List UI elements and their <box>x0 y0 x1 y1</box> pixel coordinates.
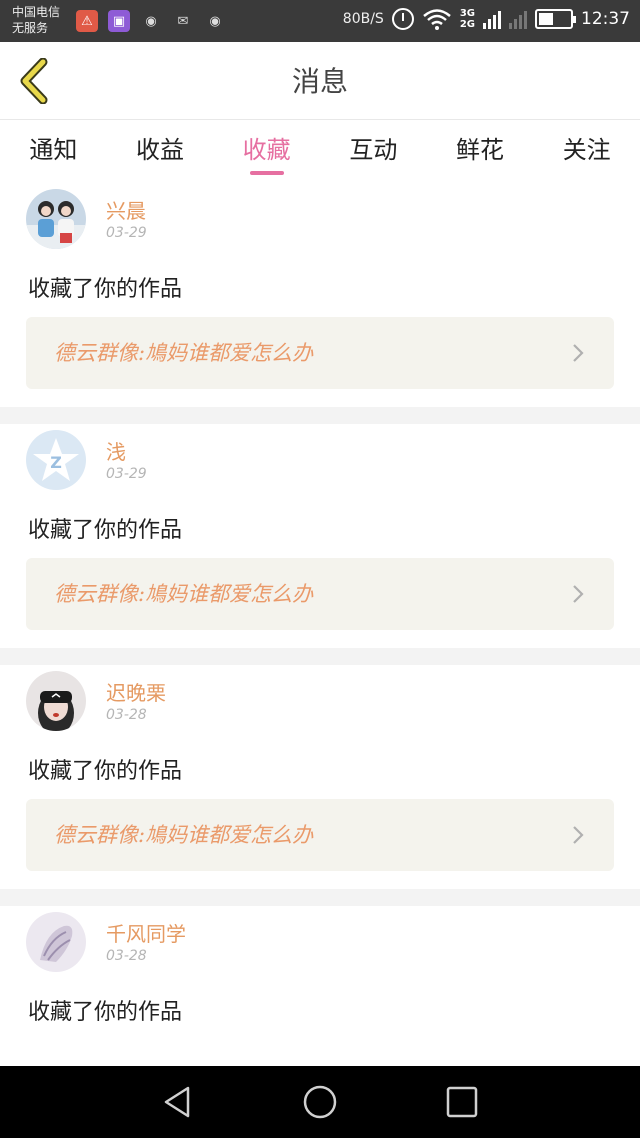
tab-notifications[interactable]: 通知 <box>0 121 107 183</box>
work-link[interactable]: 德云群像:鳩妈谁都爱怎么办 <box>26 799 614 871</box>
message-feed[interactable]: 兴晨 03-29 收藏了你的作品 德云群像:鳩妈谁都爱怎么办 Z 浅 03-29… <box>0 183 640 1066</box>
work-link[interactable]: 德云群像:鳩妈谁都爱怎么办 <box>26 558 614 630</box>
feed-item: Z 浅 03-29 收藏了你的作品 德云群像:鳩妈谁都爱怎么办 <box>0 424 640 648</box>
notification-icons: ⚠ ▣ ◉ ✉ ◉ <box>76 10 226 32</box>
avatar[interactable] <box>26 912 86 972</box>
page-title: 消息 <box>291 65 348 98</box>
avatar[interactable] <box>26 671 86 731</box>
username[interactable]: 千风同学 <box>106 918 186 947</box>
avatar[interactable] <box>26 189 86 249</box>
wifi-icon <box>423 9 451 30</box>
user-photo <box>26 912 86 972</box>
svg-text:Z: Z <box>50 453 62 472</box>
user-photo <box>26 189 86 249</box>
chevron-right-icon <box>573 826 584 844</box>
weibo-icon: ◉ <box>209 13 221 29</box>
user-photo <box>26 671 86 731</box>
feed-item: 千风同学 03-28 收藏了你的作品 <box>0 906 640 1066</box>
tab-interactions[interactable]: 互动 <box>320 121 427 183</box>
work-title: 德云群像:鳩妈谁都爱怎么办 <box>54 582 314 606</box>
mail-icon: ✉ <box>177 13 189 29</box>
work-link[interactable]: 德云群像:鳩妈谁都爱怎么办 <box>26 317 614 389</box>
tab-label: 关注 <box>562 136 611 164</box>
tab-label: 通知 <box>29 136 78 164</box>
app-header: 消息 <box>0 42 640 120</box>
tab-label: 收藏 <box>242 136 291 164</box>
username[interactable]: 浅 <box>106 436 126 465</box>
no-signal-icon <box>509 9 527 29</box>
carrier-service: 无服务 <box>12 21 49 35</box>
clock-time: 12:37 <box>581 9 630 29</box>
weibo-icon: ◉ <box>145 13 157 29</box>
status-icons-right: 80B/S 3G 2G 12:37 <box>343 8 630 30</box>
tab-favorites[interactable]: 收藏 <box>213 121 320 183</box>
timestamp: 03-29 <box>106 225 147 241</box>
carrier-name: 中国电信 <box>12 5 61 19</box>
timestamp: 03-29 <box>106 466 147 482</box>
chevron-right-icon <box>573 585 584 603</box>
work-title: 德云群像:鳩妈谁都爱怎么办 <box>54 823 314 847</box>
work-title: 德云群像:鳩妈谁都爱怎么办 <box>54 341 314 365</box>
tab-label: 鲜花 <box>456 136 505 164</box>
timestamp: 03-28 <box>106 948 147 964</box>
default-avatar-icon: Z <box>26 430 86 490</box>
home-circle-icon[interactable] <box>302 1084 338 1120</box>
tab-label: 互动 <box>349 136 398 164</box>
tab-following[interactable]: 关注 <box>533 121 640 183</box>
gallery-icon: ▣ <box>108 10 130 32</box>
action-text: 收藏了你的作品 <box>28 277 183 302</box>
carrier-info: 中国电信 无服务 <box>12 4 60 36</box>
feed-item: 兴晨 03-29 收藏了你的作品 德云群像:鳩妈谁都爱怎么办 <box>0 183 640 407</box>
tab-earnings[interactable]: 收益 <box>107 121 214 183</box>
action-text: 收藏了你的作品 <box>28 1000 183 1025</box>
feed-item: 迟晚栗 03-28 收藏了你的作品 德云群像:鳩妈谁都爱怎么办 <box>0 665 640 889</box>
signal-icon <box>483 9 501 29</box>
tab-bar: 通知 收益 收藏 互动 鲜花 关注 <box>0 121 640 183</box>
active-tab-indicator <box>249 171 284 175</box>
tab-label: 收益 <box>136 136 184 164</box>
chevron-right-icon <box>573 344 584 362</box>
back-triangle-icon[interactable] <box>160 1084 196 1120</box>
tab-flowers[interactable]: 鲜花 <box>427 121 534 183</box>
avatar[interactable]: Z <box>26 430 86 490</box>
timestamp: 03-28 <box>106 707 147 723</box>
action-text: 收藏了你的作品 <box>28 759 183 784</box>
action-text: 收藏了你的作品 <box>28 518 183 543</box>
username[interactable]: 兴晨 <box>106 195 146 224</box>
recents-square-icon[interactable] <box>444 1084 480 1120</box>
battery-icon <box>535 9 576 29</box>
net-speed: 80B/S <box>342 11 384 27</box>
alarm-icon <box>391 8 414 30</box>
warning-icon: ⚠ <box>76 10 98 32</box>
username[interactable]: 迟晚栗 <box>106 677 166 706</box>
system-nav-bar <box>0 1066 640 1138</box>
status-bar: 中国电信 无服务 ⚠ ▣ ◉ ✉ ◉ 80B/S 3G 2G 12:37 <box>0 0 640 42</box>
network-type: 3G 2G <box>459 8 475 30</box>
